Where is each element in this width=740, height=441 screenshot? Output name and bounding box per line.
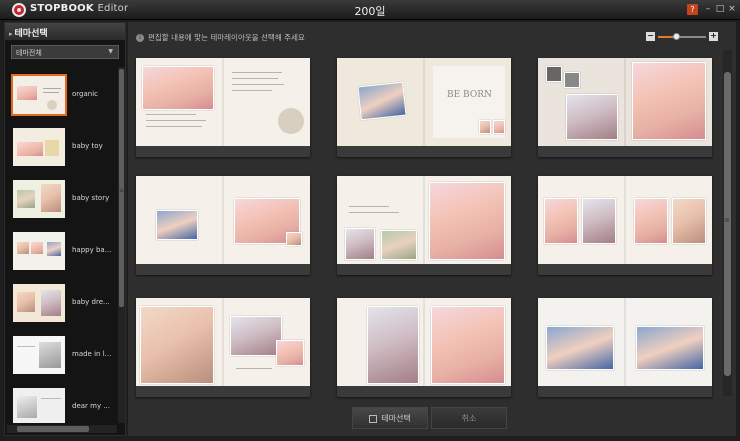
theme-item-made-in-love[interactable]: made in l... (8, 331, 116, 381)
theme-item-label: baby dre... (72, 298, 110, 306)
layout-card[interactable] (136, 176, 310, 275)
theme-item-baby-dream[interactable]: baby dre... (8, 279, 116, 329)
layout-card-footer (136, 146, 310, 157)
layout-card[interactable]: BE BORN (337, 58, 511, 157)
title-bar: STOPBOOK Editor 200일 ? – □ × (0, 0, 740, 20)
theme-thumbnail (13, 336, 65, 374)
minimize-button[interactable]: – (703, 3, 713, 15)
layout-preview: BE BORN (337, 58, 511, 146)
grip-icon: ≡ (119, 187, 125, 194)
window-title: 200일 (354, 5, 386, 18)
layout-panel: i 편집할 내용에 맞는 테마레이아웃을 선택해 주세요 − + BE BORN (128, 22, 736, 436)
zoom-in-button[interactable]: + (709, 32, 718, 41)
layout-preview (337, 176, 511, 264)
help-button[interactable]: ? (687, 4, 698, 15)
layout-card[interactable] (538, 58, 712, 157)
sidebar-vertical-scrollbar[interactable]: ≡ (118, 67, 125, 423)
scrollbar-thumb[interactable] (724, 72, 731, 376)
maximize-button[interactable]: □ (715, 3, 725, 15)
theme-thumbnail (13, 128, 65, 166)
theme-item-label: organic (72, 90, 99, 98)
theme-item-label: dear my ... (72, 402, 111, 410)
cancel-button[interactable]: 취소 (431, 407, 507, 429)
check-icon (369, 414, 378, 423)
select-theme-label: 테마선택 (381, 414, 411, 423)
theme-item-label: happy ba... (72, 246, 112, 254)
theme-thumbnail (13, 232, 65, 270)
layout-card-footer (136, 386, 310, 397)
chevron-down-icon: ▼ (108, 48, 113, 55)
layout-card-footer (337, 146, 511, 157)
theme-item-label: baby story (72, 194, 110, 202)
instruction-label: 편집할 내용에 맞는 테마레이아웃을 선택해 주세요 (148, 33, 305, 42)
layout-card[interactable] (538, 176, 712, 275)
layout-preview (538, 176, 712, 264)
scrollbar-thumb[interactable] (17, 426, 89, 432)
theme-item-happy-baby[interactable]: happy ba... (8, 227, 116, 277)
layout-preview (337, 298, 511, 386)
caret-right-icon: ▸ (9, 30, 13, 38)
theme-thumbnail (13, 180, 65, 218)
sidebar-horizontal-scrollbar[interactable] (7, 425, 117, 433)
theme-sidebar: ▸ 테마선택 테마전체 ▼ organic baby toy baby stor… (4, 22, 126, 436)
theme-item-label: baby toy (72, 142, 103, 150)
layout-vertical-scrollbar[interactable]: ≡ (723, 50, 732, 396)
select-theme-button[interactable]: 테마선택 (352, 407, 428, 429)
layout-card-footer (538, 146, 712, 157)
zoom-knob[interactable] (673, 33, 681, 40)
info-icon: i (136, 34, 144, 42)
theme-thumbnail (11, 74, 67, 116)
layout-preview (136, 58, 310, 146)
layout-preview (136, 176, 310, 264)
theme-filter-select[interactable]: 테마전체 ▼ (11, 45, 119, 59)
layout-card-footer (538, 386, 712, 397)
theme-list: organic baby toy baby story happy ba... (5, 67, 117, 423)
theme-thumbnail (13, 284, 65, 322)
theme-item-organic[interactable]: organic (8, 71, 116, 121)
theme-item-baby-toy[interactable]: baby toy (8, 123, 116, 173)
theme-item-dear-my[interactable]: dear my ... (8, 383, 116, 423)
layout-card-footer (337, 264, 511, 275)
grip-icon: ≡ (724, 216, 730, 224)
layout-card[interactable] (136, 298, 310, 397)
layout-preview (136, 298, 310, 386)
layout-card[interactable] (337, 298, 511, 397)
layout-card-footer (538, 264, 712, 275)
layout-card[interactable] (337, 176, 511, 275)
layout-preview (538, 58, 712, 146)
layout-card[interactable] (136, 58, 310, 157)
layout-card-footer (136, 264, 310, 275)
theme-filter-value: 테마전체 (16, 49, 42, 57)
theme-thumbnail (13, 388, 65, 423)
layout-card[interactable] (538, 298, 712, 397)
layout-preview (538, 298, 712, 386)
close-button[interactable]: × (727, 3, 737, 15)
theme-item-label: made in l... (72, 350, 112, 358)
zoom-slider[interactable]: − + (646, 32, 718, 42)
layout-card-footer (337, 386, 511, 397)
theme-item-baby-story[interactable]: baby story (8, 175, 116, 225)
sidebar-header: ▸ 테마선택 (5, 23, 125, 40)
instruction-text: i 편집할 내용에 맞는 테마레이아웃을 선택해 주세요 (136, 32, 305, 43)
sidebar-title: 테마선택 (14, 29, 48, 39)
layout-title-text: BE BORN (447, 90, 492, 100)
zoom-out-button[interactable]: − (646, 32, 655, 41)
